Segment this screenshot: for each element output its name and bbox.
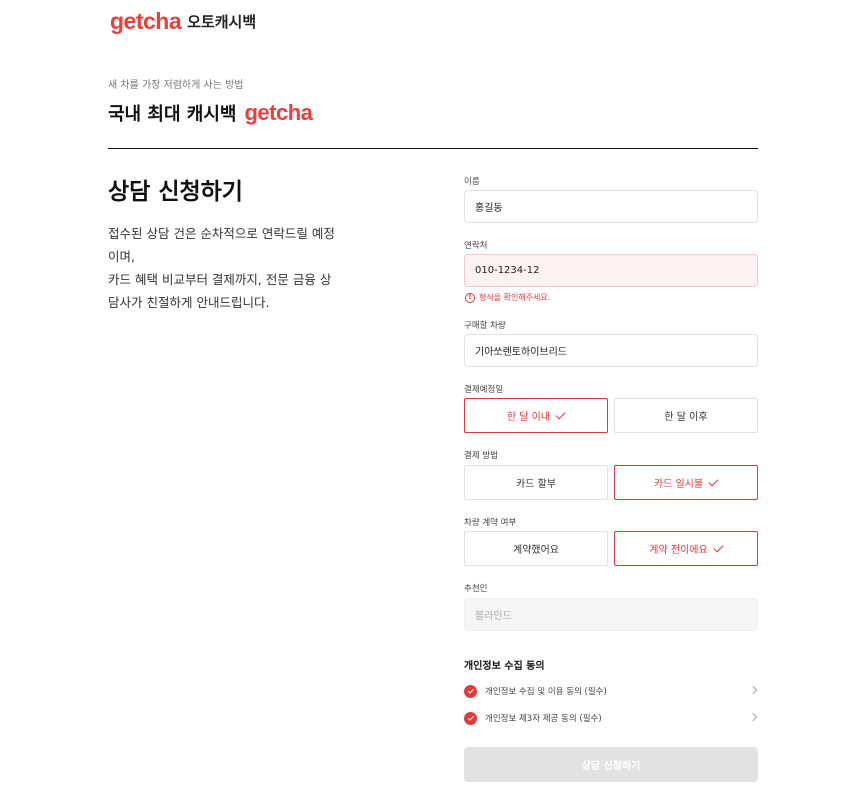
consent-item-label: 개인정보 제3자 제공 동의 (필수) (485, 714, 602, 724)
intro-line: 담사가 친절하게 안내드립니다. (108, 295, 270, 310)
check-icon (555, 409, 566, 419)
phone-input[interactable]: 010-1234-12 (464, 254, 758, 287)
option-after-month[interactable]: 한 달 이후 (614, 398, 758, 433)
chevron-right-icon[interactable] (748, 685, 758, 695)
option-within-month[interactable]: 한 달 이내 (464, 398, 608, 433)
payment-date-label: 결제예정일 (464, 385, 504, 395)
intro-line: 이며, (108, 249, 135, 264)
option-card-installment[interactable]: 카드 할부 (464, 465, 608, 500)
intro-line: 접수된 상담 건은 순차적으로 연락드릴 예정 (108, 226, 335, 241)
option-card-lump-sum-label: 카드 일시불 (653, 479, 704, 490)
checkbox-checked-icon[interactable] (464, 684, 477, 698)
section-divider (108, 148, 758, 149)
option-within-month-label: 한 달 이내 (506, 412, 551, 423)
phone-error-text: 형식을 확인해주세요. (479, 293, 551, 302)
hero-tagline: 새 차를 가장 저렴하게 사는 방법 (108, 80, 244, 91)
consent-title: 개인정보 수집 동의 (464, 661, 545, 672)
submit-button[interactable]: 상담 신청하기 (464, 747, 758, 782)
option-card-installment-label: 카드 할부 (516, 479, 556, 490)
header-logo[interactable]: getcha 오토캐시백 (110, 8, 256, 35)
check-icon (713, 542, 724, 552)
page-title: 상담 신청하기 (108, 179, 243, 205)
checkbox-checked-icon[interactable] (464, 711, 477, 725)
car-input[interactable]: 기아쏘렌토하이브리드 (464, 334, 758, 367)
consent-item-label: 개인정보 수집 및 이용 동의 (필수) (485, 687, 607, 697)
payment-method-label: 결제 방법 (464, 451, 498, 461)
brand-logo: getcha (110, 8, 182, 34)
option-after-month-label: 한 달 이후 (664, 412, 708, 423)
check-icon (708, 476, 719, 486)
hero-headline-text: 국내 최대 캐시백 (108, 104, 237, 125)
hero-headline: 국내 최대 캐시백 getcha (108, 100, 313, 126)
referrer-label: 추천인 (464, 584, 488, 594)
consent-item-third-party[interactable]: 개인정보 제3자 제공 동의 (필수) (464, 709, 758, 727)
error-icon: ! (465, 292, 475, 303)
option-not-contracted-label: 계약 전이에요 (649, 545, 708, 556)
option-contracted[interactable]: 계약했어요 (464, 531, 608, 566)
chevron-right-icon[interactable] (748, 712, 758, 722)
phone-label: 연락처 (464, 241, 488, 251)
option-contracted-label: 계약했어요 (513, 545, 559, 556)
intro-description: 접수된 상담 건은 순차적으로 연락드릴 예정 이며, 카드 혜택 비교부터 결… (108, 222, 368, 314)
referrer-input: 블라인드 (464, 598, 758, 631)
consent-item-collect[interactable]: 개인정보 수집 및 이용 동의 (필수) (464, 682, 758, 700)
phone-error: ! 형식을 확인해주세요. (465, 292, 550, 303)
name-label: 이름 (464, 177, 480, 187)
intro-line: 카드 혜택 비교부터 결제까지, 전문 금융 상 (108, 272, 332, 287)
brand-subtitle: 오토캐시백 (187, 13, 257, 31)
option-not-contracted[interactable]: 계약 전이에요 (614, 531, 758, 566)
name-input[interactable]: 홍길동 (464, 190, 758, 223)
option-card-lump-sum[interactable]: 카드 일시불 (614, 465, 758, 500)
contract-label: 차량 계약 여부 (464, 518, 517, 528)
hero-brand-logo: getcha (244, 100, 313, 125)
car-label: 구매할 차량 (464, 321, 506, 331)
